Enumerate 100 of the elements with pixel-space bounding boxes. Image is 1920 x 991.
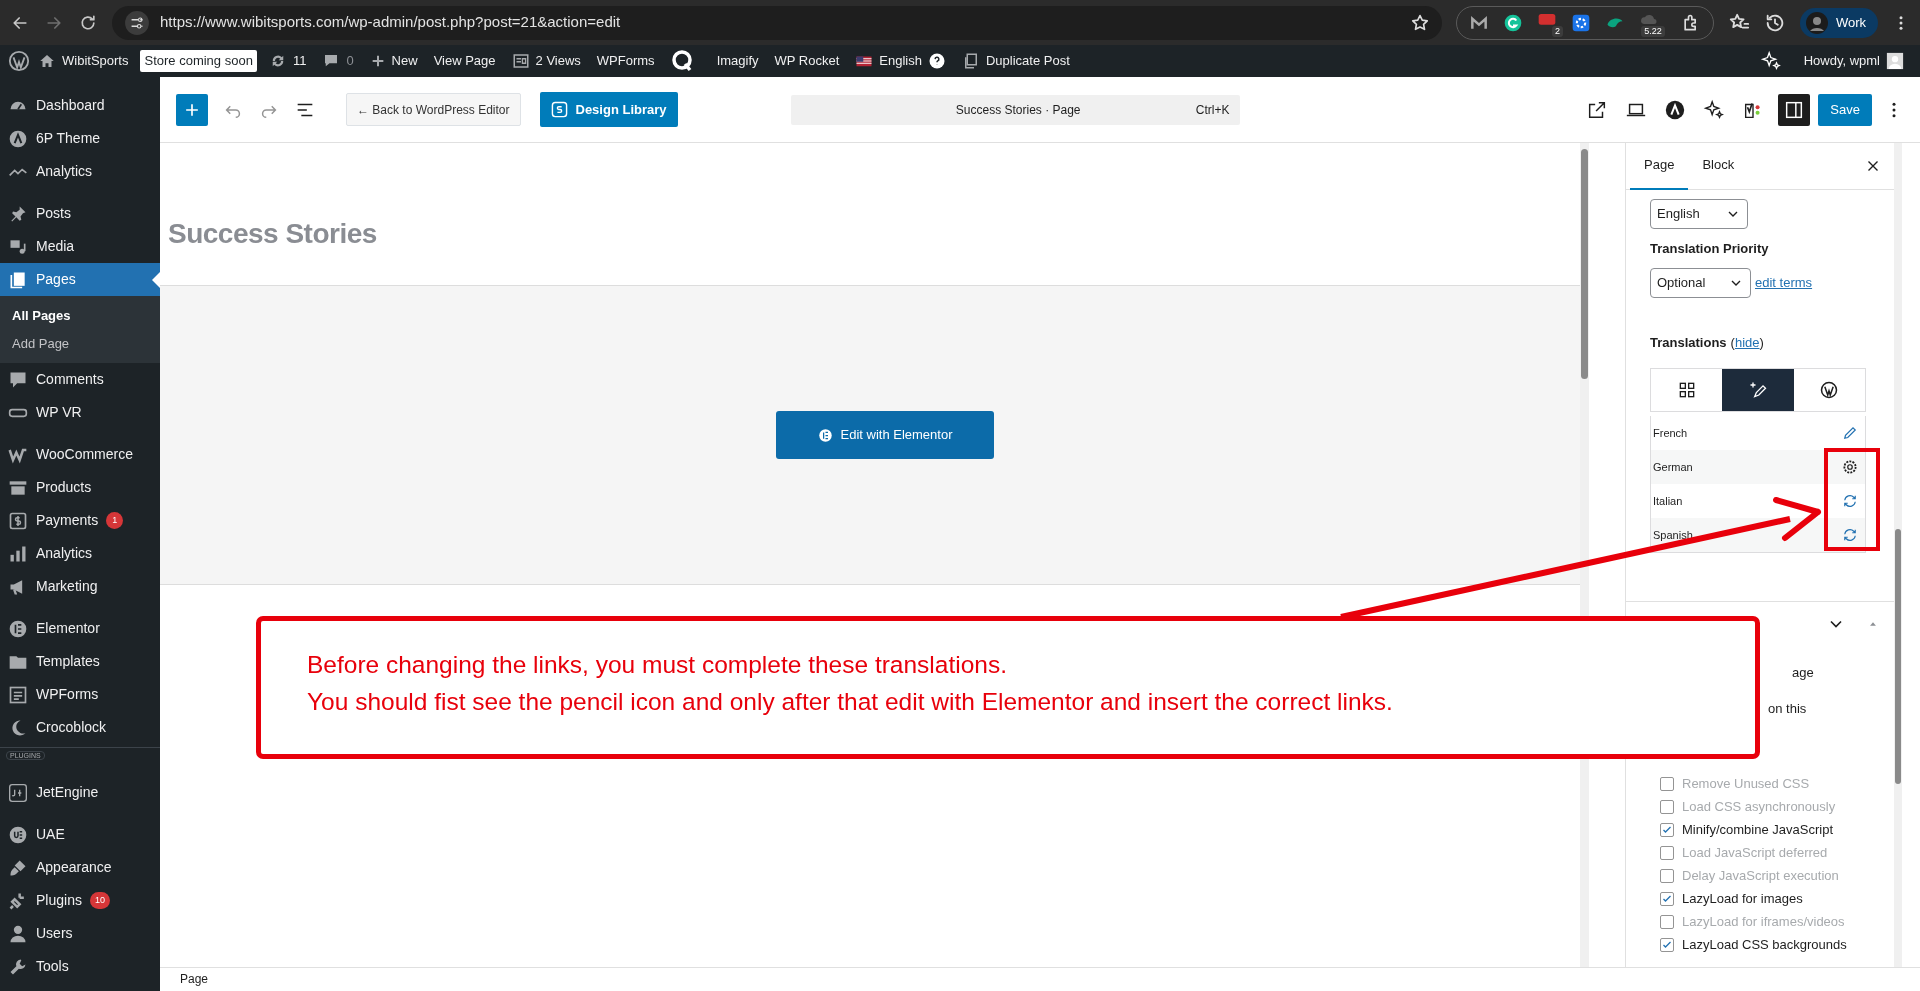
sidebar-item[interactable]: Plugins 10 xyxy=(0,884,160,917)
panel-tab[interactable]: Page xyxy=(1630,142,1689,190)
language-name: Spanish xyxy=(1653,527,1693,543)
pencil-icon[interactable] xyxy=(1841,424,1859,442)
language-name: German xyxy=(1653,459,1693,475)
checkbox[interactable] xyxy=(1660,845,1674,860)
sync-icon[interactable] xyxy=(1841,526,1859,544)
elementor-button[interactable]: Edit with Elementor xyxy=(776,411,994,459)
admin-bar-link[interactable]: 11 xyxy=(260,51,315,71)
checkbox[interactable] xyxy=(1660,937,1674,952)
option-label: Load JavaScript deferred xyxy=(1682,843,1828,862)
sidebar-item[interactable]: 6P Theme xyxy=(0,122,160,155)
hide-link[interactable]: hide xyxy=(1734,334,1760,350)
gear-logo-icon[interactable] xyxy=(1570,12,1591,33)
save-button[interactable]: Save xyxy=(1818,93,1872,126)
admin-bar-link[interactable]: 0 xyxy=(314,51,362,71)
gear-icon[interactable] xyxy=(1841,458,1859,476)
sidebar-item[interactable]: Dashboard xyxy=(0,89,160,122)
language-select[interactable]: English xyxy=(1650,199,1748,229)
sidebar-item[interactable]: JetEngine xyxy=(0,776,160,809)
admin-bar-link[interactable]: English xyxy=(847,51,954,71)
admin-bar-link[interactable]: WPForms xyxy=(588,51,663,71)
site-settings-icon xyxy=(124,9,150,36)
wordpress-logo-icon[interactable] xyxy=(8,50,30,72)
checkbox[interactable] xyxy=(1660,822,1674,837)
sidebar-item[interactable]: Comments xyxy=(0,363,160,396)
sidebar-item[interactable]: Payments 1 xyxy=(0,504,160,537)
sidebar-item[interactable]: Media xyxy=(0,230,160,263)
checkbox[interactable] xyxy=(1660,799,1674,814)
checkbox[interactable] xyxy=(1660,776,1674,791)
admin-bar-link[interactable]: Duplicate Post xyxy=(953,51,1078,71)
sidebar-item[interactable]: Marketing xyxy=(0,570,160,603)
bookmark-star-icon[interactable] xyxy=(1409,12,1430,33)
option-label: LazyLoad for images xyxy=(1682,889,1803,908)
address-bar[interactable]: https://www.wibitsports.com/wp-admin/post.php?post=21&action=edit xyxy=(112,5,1442,40)
annotation-text: Before changing the links, you must complete these translations. xyxy=(307,650,1008,680)
q-logo-icon[interactable] xyxy=(670,49,695,73)
count-badge: 10 xyxy=(89,892,110,909)
a-logo-icon[interactable] xyxy=(1664,98,1687,121)
settings-sidebar-toggle[interactable] xyxy=(1778,93,1811,126)
sidebar-item[interactable]: WooCommerce xyxy=(0,438,160,471)
site-status-label: Store coming soon xyxy=(140,50,257,72)
admin-bar-link[interactable]: New xyxy=(361,51,426,71)
sidebar-item[interactable]: Crocoblock xyxy=(0,711,160,744)
home-icon xyxy=(38,52,56,70)
checkbox[interactable] xyxy=(1660,868,1674,883)
extension-badge: 5.22 xyxy=(1641,25,1665,37)
count-badge: 1 xyxy=(106,512,124,529)
partial-text: age xyxy=(1792,664,1815,682)
sidebar-item[interactable]: Analytics xyxy=(0,155,160,188)
url-text: https://www.wibitsports.com/wp-admin/post.php?post=21&action=edit xyxy=(160,12,622,33)
shortcut-hint: Ctrl+K xyxy=(1195,101,1230,119)
sidebar-item[interactable]: Pages xyxy=(0,263,160,296)
sidebar-item[interactable]: Products xyxy=(0,471,160,504)
extension-icon[interactable] xyxy=(1536,12,1557,25)
edit-terms-link[interactable]: edit terms xyxy=(1755,272,1813,293)
submenu-item[interactable]: All Pages xyxy=(0,302,160,330)
partial-text: on this xyxy=(1768,700,1808,718)
sidebar-item[interactable]: Appearance xyxy=(0,851,160,884)
extension-badge: 2 xyxy=(1551,25,1563,37)
paren-text: ( xyxy=(1730,334,1735,350)
sidebar-item[interactable]: Templates xyxy=(0,645,160,678)
admin-bar-link[interactable]: Imagify xyxy=(708,51,767,71)
scrollbar[interactable] xyxy=(1894,143,1902,967)
avatar-icon xyxy=(1805,11,1828,34)
checkbox[interactable] xyxy=(1660,891,1674,906)
back-button[interactable]: ← Back to WordPress Editor xyxy=(346,93,521,126)
sidebar-item[interactable]: UAE xyxy=(0,818,160,851)
option-label: LazyLoad for iframes/videos xyxy=(1682,912,1845,931)
panel-tab[interactable]: Block xyxy=(1688,142,1749,190)
design-library-button[interactable]: Design Library xyxy=(539,92,678,127)
sync-icon[interactable] xyxy=(1841,492,1859,510)
submenu-item[interactable]: Add Page xyxy=(0,329,160,357)
sparkle-icon[interactable] xyxy=(1759,50,1782,72)
admin-bar-link[interactable]: WibitSports xyxy=(30,51,137,71)
sidebar-item[interactable]: Elementor xyxy=(0,612,160,645)
page-title: Success Stories xyxy=(168,218,378,250)
sparkle-icon[interactable] xyxy=(1703,98,1726,121)
add-block-button[interactable] xyxy=(176,93,208,126)
sidebar-item[interactable]: Tools xyxy=(0,950,160,983)
avatar-icon xyxy=(1886,52,1904,70)
sidebar-item[interactable]: Posts xyxy=(0,197,160,230)
profile-button[interactable]: Work xyxy=(1799,7,1878,38)
dollar-icon xyxy=(8,510,28,531)
admin-bar-link[interactable]: 2 Views xyxy=(503,51,589,71)
priority-select[interactable]: Optional xyxy=(1650,267,1751,298)
section-label: Translations xyxy=(1650,334,1727,350)
view-switcher[interactable] xyxy=(1650,368,1866,412)
help-icon xyxy=(927,52,946,70)
admin-bar-link[interactable]: View Page xyxy=(425,51,504,71)
sidebar-item[interactable]: WP VR xyxy=(0,396,160,429)
sidebar-item[interactable]: WPForms xyxy=(0,678,160,711)
sidebar-item[interactable]: Users xyxy=(0,917,160,950)
admin-bar-link[interactable]: WP Rocket xyxy=(766,51,848,71)
g-logo-icon[interactable] xyxy=(1502,12,1523,33)
command-bar[interactable]: Success Stories · Page Ctrl+K xyxy=(790,94,1240,125)
account-menu[interactable]: Howdy, wpml xyxy=(1795,51,1912,71)
annotation-text: You should fist see the pencil icon and only after that edit with Elementor and insert the correct links. xyxy=(307,687,1394,717)
sidebar-item[interactable]: Analytics xyxy=(0,537,160,570)
checkbox[interactable] xyxy=(1660,914,1674,929)
